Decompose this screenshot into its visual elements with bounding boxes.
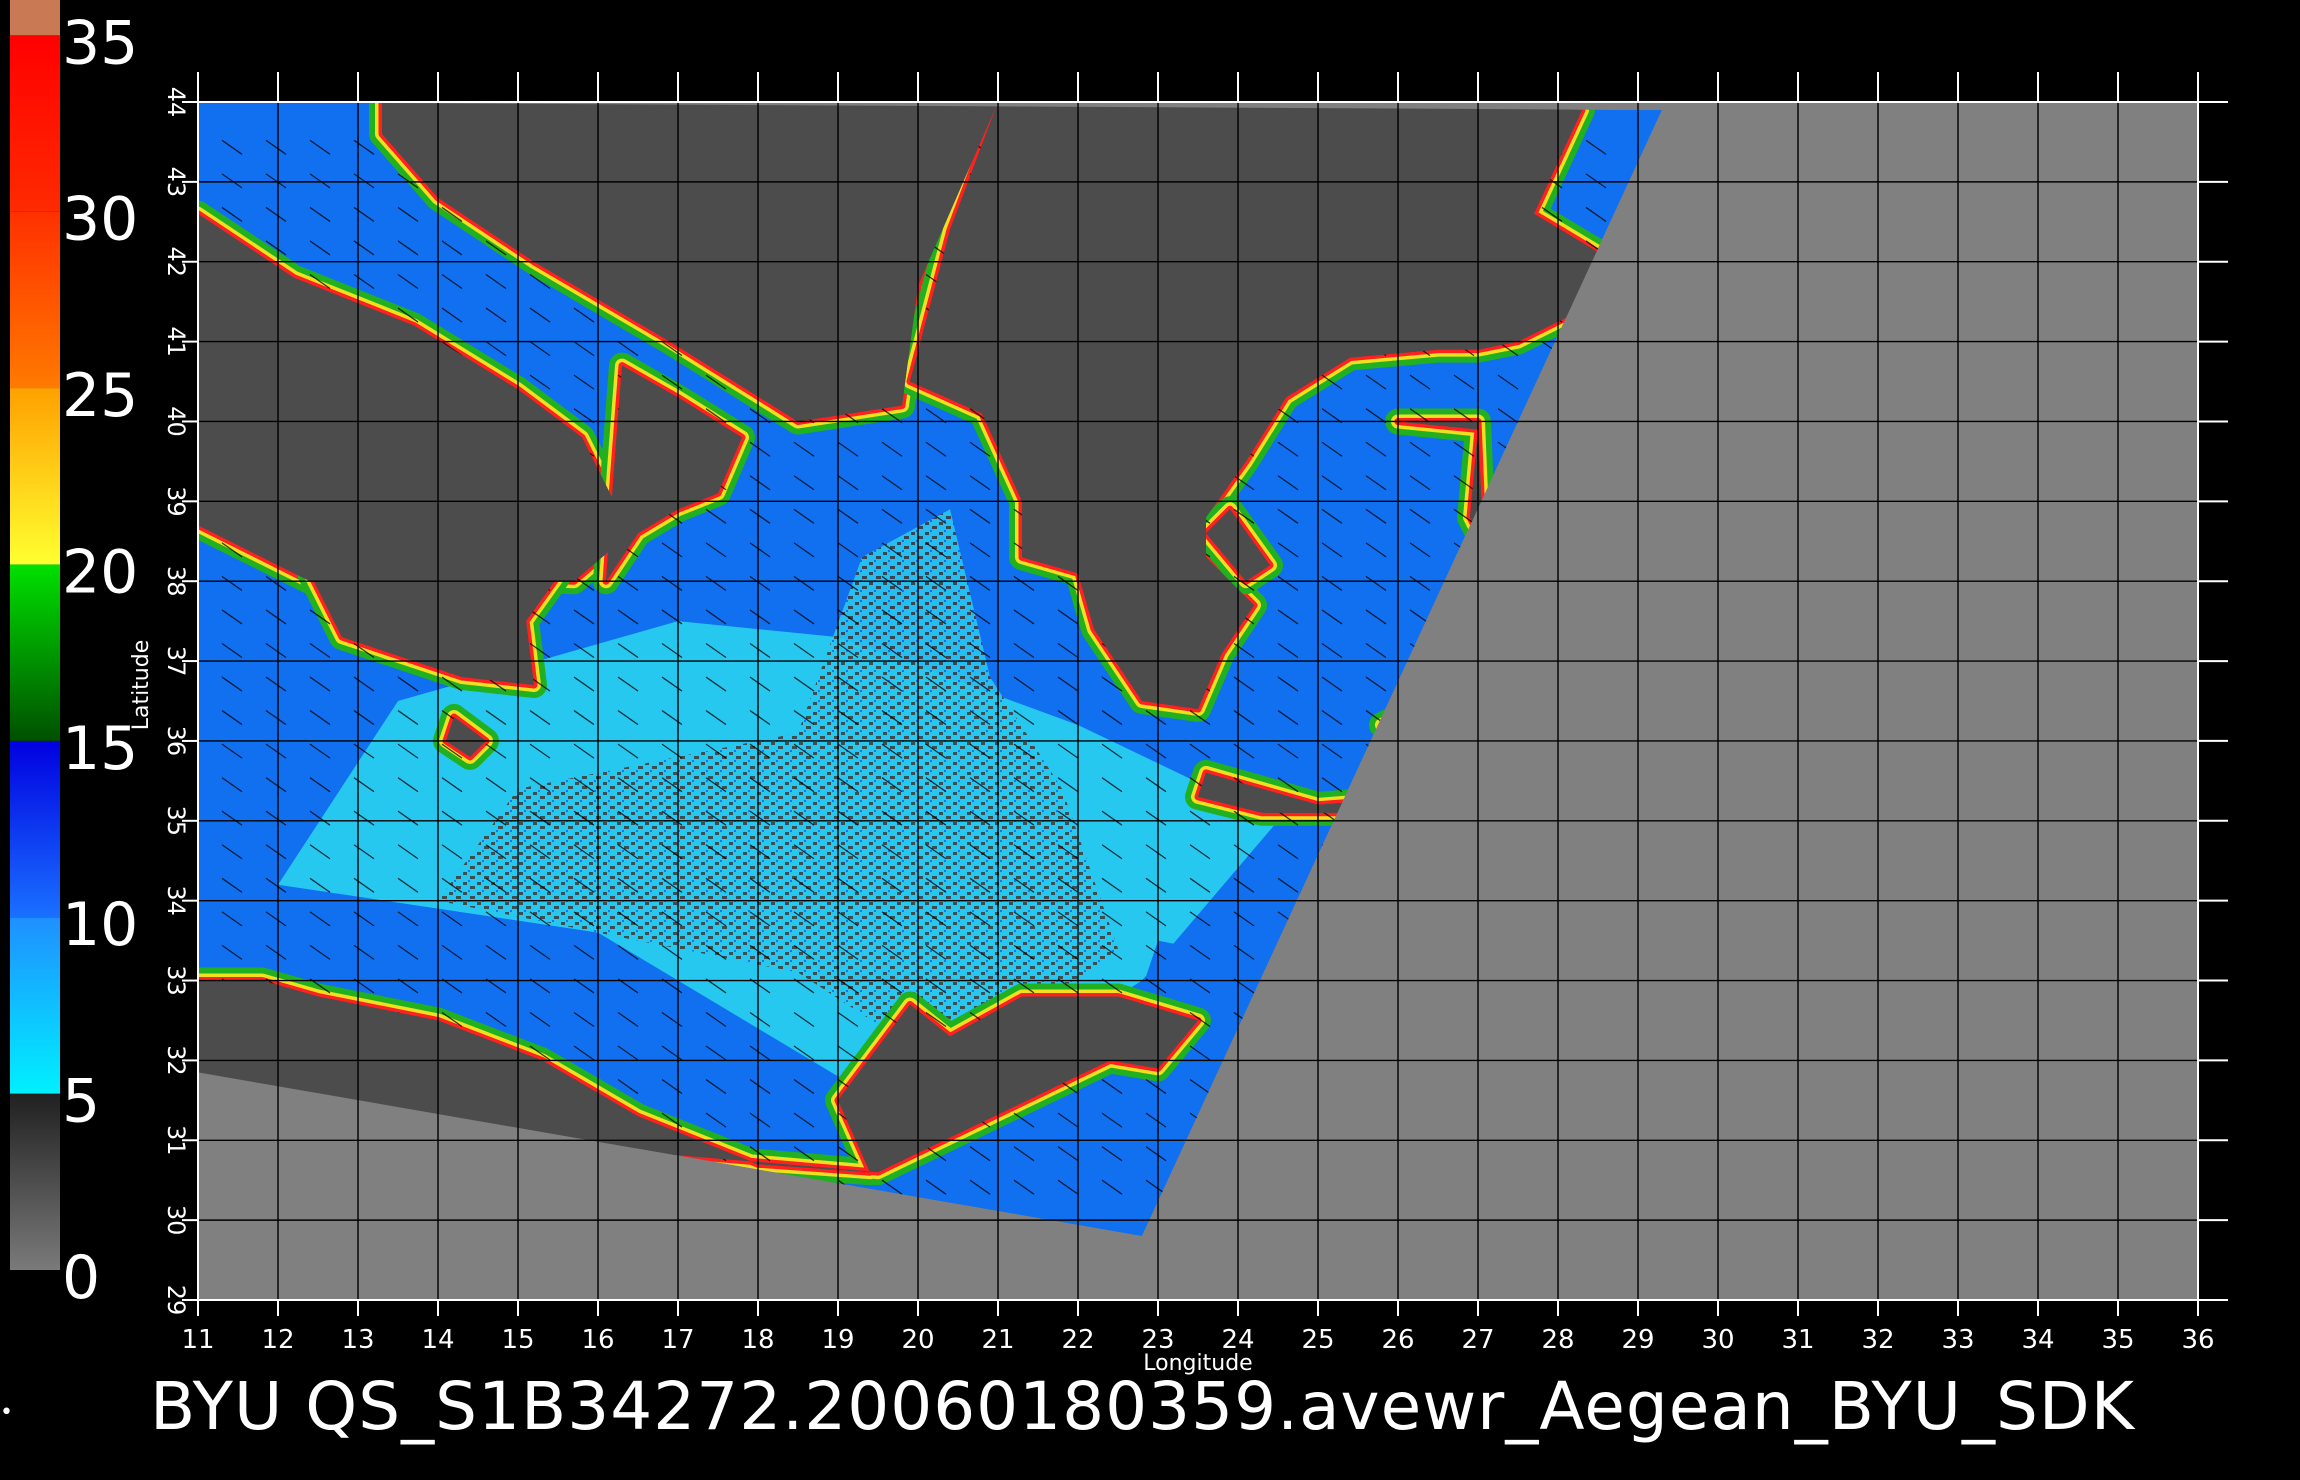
y-tick-label: 34 [162,885,190,916]
edge-dot: • [0,1400,13,1425]
y-tick-label: 43 [162,167,190,198]
y-tick-label: 40 [162,406,190,437]
colorbar-band [10,388,60,565]
product-caption: BYU QS_S1B34272.20060180359.avewr_Aegean… [150,1368,2135,1445]
x-tick-label: 31 [1781,1325,1814,1355]
x-tick-label: 35 [2101,1325,2134,1355]
y-tick-label: 33 [162,965,190,996]
y-tick-label: 41 [162,326,190,357]
y-tick-label: 37 [162,646,190,677]
x-tick-label: 21 [981,1325,1014,1355]
plot-clip-group [198,102,2198,1300]
colorbar-tick-label: 15 [62,714,138,784]
y-tick-label: 35 [162,806,190,837]
x-tick-label: 15 [501,1325,534,1355]
x-tick-label: 26 [1381,1325,1414,1355]
plot-area: 11 12 13 14 15 16 17 18 19 20 21 22 23 24 25 26 27 28 29 30… [129,72,2228,1376]
colorbar-tick-label: 20 [62,537,138,607]
colorbar-tick-label: 35 [62,8,138,78]
x-tick-label: 13 [341,1325,374,1355]
x-tick-label: 20 [901,1325,934,1355]
x-tick-label: 18 [741,1325,774,1355]
colorbar-tick-label: 5 [62,1067,100,1137]
y-tick-label: 36 [162,726,190,757]
y-tick-label: 29 [162,1285,190,1316]
colorbar-band [10,740,60,918]
x-tick-label: 11 [181,1325,214,1355]
y-tick-label: 38 [162,566,190,597]
y-tick-label: 32 [162,1045,190,1076]
colorbar-band [10,1093,60,1270]
y-tick-label: 42 [162,246,190,277]
x-tick-label: 16 [581,1325,614,1355]
colorbar-legend: 0 5 10 15 20 25 30 35 [10,0,138,1313]
colorbar-tick-label: 30 [62,185,138,255]
x-tick-label: 29 [1621,1325,1654,1355]
x-tick-label: 30 [1701,1325,1734,1355]
colorbar-band [10,917,60,1094]
y-tick-label: 39 [162,486,190,517]
colorbar-tick-label: 0 [62,1243,100,1313]
x-tick-label: 34 [2021,1325,2054,1355]
x-tick-label: 36 [2181,1325,2214,1355]
x-tick-label: 28 [1541,1325,1574,1355]
colorbar-band [10,564,60,741]
colorbar-band [10,35,60,212]
x-tick-label: 17 [661,1325,694,1355]
colorbar-tick-label: 25 [62,361,138,431]
colorbar-band [10,0,60,36]
y-axis-label: Latitude [129,640,154,731]
x-tick-label: 22 [1061,1325,1094,1355]
x-tick-label: 25 [1301,1325,1334,1355]
x-tick-label: 27 [1461,1325,1494,1355]
x-tick-label: 14 [421,1325,454,1355]
y-tick-label: 31 [162,1125,190,1156]
x-tick-label: 33 [1941,1325,1974,1355]
colorbar-tick-label: 10 [62,890,138,960]
y-tick-label: 44 [162,87,190,118]
x-tick-label: 32 [1861,1325,1894,1355]
x-tick-label: 19 [821,1325,854,1355]
y-tick-label: 30 [162,1205,190,1236]
wind-map-figure: 0 5 10 15 20 25 30 35 11 12 13 14 15 16 17 18 19 20 21 22 2… [10,0,2228,1376]
x-tick-label: 12 [261,1325,294,1355]
colorbar-band [10,211,60,389]
